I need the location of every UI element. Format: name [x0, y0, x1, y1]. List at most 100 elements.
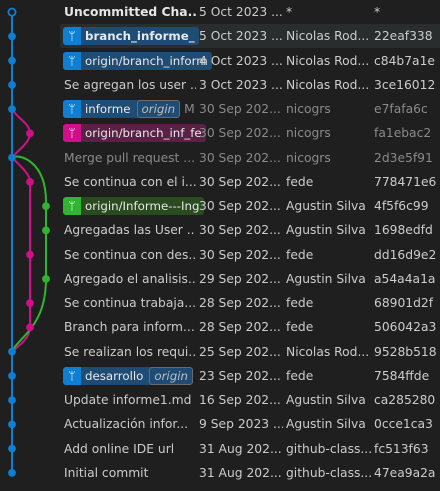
commit-author: Agustin Silva — [286, 199, 366, 213]
commit-author: Agustin Silva — [286, 417, 366, 432]
commit-message: Agregadas las User ... — [64, 223, 196, 238]
commit-hash: 506042a3 — [374, 320, 437, 335]
commit-hash: dd16d9e2 — [374, 247, 437, 262]
commit-row[interactable]: Add online IDE url 31 Aug 202... github-cl… — [60, 437, 440, 461]
commit-node[interactable] — [8, 80, 16, 89]
commit-row[interactable]: Update informe1.md 16 Sep 202... Agustin S… — [60, 388, 440, 412]
commit-node[interactable] — [8, 371, 16, 380]
branch-tag[interactable]: ᛘ informe origin — [63, 100, 181, 118]
commit-author: Nicolas Rod... — [286, 53, 370, 68]
commit-row[interactable]: Branch para inform... 28 Sep 202... fede 50… — [60, 315, 440, 339]
commit-node[interactable] — [8, 468, 16, 477]
commit-row[interactable]: ᛘ desarrollo origin 23 Sep 202... fede 7584ff… — [60, 364, 440, 388]
commit-row[interactable]: Se agregan los user ... 3 Oct 2023 ... Nic… — [60, 73, 440, 97]
commit-row[interactable]: Actualización infor... 9 Sep 2023 ... Agus… — [60, 412, 440, 436]
branch-tag[interactable]: ᛘ branch_informe_ — [63, 27, 199, 46]
commit-message: Se continua con el i... — [64, 174, 196, 189]
commit-hash: fc513f63 — [374, 441, 429, 456]
commit-row[interactable]: Agregadas las User ... 30 Sep 202... Agust… — [60, 218, 440, 242]
commit-author: github-class... — [286, 465, 372, 480]
commit-node[interactable] — [42, 274, 50, 283]
commit-hash: 1698edfd — [374, 223, 433, 238]
commit-node[interactable] — [8, 56, 16, 65]
ref-tags: ᛘ origin/branch_inform — [63, 51, 212, 70]
commit-date: 30 Sep 202... — [199, 126, 281, 141]
commit-hash: 4f5f6c99 — [374, 199, 429, 213]
commit-message: Agregado el analisis... — [64, 271, 196, 286]
ref-tags: ᛘ origin/Informe---Ing — [63, 197, 204, 215]
commit-node[interactable] — [8, 396, 16, 405]
branch-tag[interactable]: ᛘ desarrollo origin — [63, 366, 193, 385]
commit-node[interactable] — [8, 444, 16, 453]
commit-node[interactable] — [26, 177, 34, 186]
ref-tags: ᛘ branch_informe_ — [63, 27, 199, 46]
commit-author: Nicolas Rod... — [286, 77, 370, 92]
branch-tag-label: origin/branch_inform — [85, 53, 208, 68]
commit-row[interactable]: Merge pull request ... 30 Sep 202... nicog… — [60, 146, 440, 170]
git-branch-icon: ᛘ — [63, 51, 81, 70]
commit-date: 28 Sep 202... — [199, 320, 281, 335]
commit-row[interactable]: Se continua trabaja... 28 Sep 202... fede 6… — [60, 291, 440, 315]
commit-author: Agustin Silva — [286, 223, 366, 238]
commit-row[interactable]: ᛘ origin/Informe---Ing 30 Sep 202... Agusti… — [60, 194, 440, 218]
commit-hash: c84b7a1e — [374, 53, 435, 68]
commit-hash: 7584ffde — [374, 368, 430, 383]
git-branch-icon: ᛘ — [63, 366, 81, 385]
commit-graph — [7, 7, 50, 477]
branch-tag[interactable]: ᛘ origin/branch_inf_fe — [63, 124, 206, 143]
commit-node[interactable] — [7, 7, 17, 17]
commit-row[interactable]: Agregado el analisis... 29 Sep 202... Agus… — [60, 267, 440, 291]
commit-node[interactable] — [8, 105, 16, 114]
commit-message: Uncommitted Cha... — [64, 5, 196, 19]
commit-message-trail: M — [184, 102, 195, 116]
commit-row[interactable]: ᛘ branch_informe_ 5 Oct 2023 ... Nicolas Ro… — [60, 24, 440, 49]
commit-node[interactable] — [8, 32, 16, 41]
commit-date: 30 Sep 202... — [199, 199, 281, 213]
commit-row[interactable]: Uncommitted Cha... 5 Oct 2023 ... * * — [60, 0, 440, 24]
commit-hash: ca285280 — [374, 393, 436, 407]
branch-tag[interactable]: ᛘ origin/Informe---Ing — [63, 197, 204, 215]
commit-date: 31 Aug 202... — [199, 465, 282, 480]
commit-message: Se continua trabaja... — [64, 296, 196, 310]
commit-row[interactable]: Se realizan los requi... 25 Sep 202... Nic… — [60, 340, 440, 364]
commit-row[interactable]: ᛘ origin/branch_inform 4 Oct 2023 ... Nicol… — [60, 49, 440, 73]
commit-author: nicogrs — [286, 126, 331, 141]
commit-hash: fa1ebac2 — [374, 126, 432, 141]
commit-node[interactable] — [8, 153, 16, 162]
branch-tag-label: origin/Informe---Ing — [85, 199, 200, 213]
commit-node[interactable] — [26, 129, 34, 138]
commit-message: Branch para inform... — [64, 320, 195, 335]
commit-row[interactable]: Se continua con des... 30 Sep 202... fede d… — [60, 243, 440, 267]
remote-tag-label: origin — [149, 366, 193, 385]
commit-date: 30 Sep 202... — [199, 102, 281, 116]
branch-tag[interactable]: ᛘ origin/branch_inform — [63, 51, 212, 70]
commit-message: Se continua con des... — [64, 247, 196, 262]
commit-row[interactable]: Initial commit 31 Aug 202... github-class.… — [60, 461, 440, 485]
commit-row[interactable]: ᛘ origin/branch_inf_fe 30 Sep 202... nicogr… — [60, 121, 440, 145]
commit-node[interactable] — [8, 347, 16, 356]
commit-node[interactable] — [26, 323, 34, 332]
commit-node[interactable] — [26, 299, 34, 308]
commit-author: nicogrs — [286, 150, 331, 165]
commit-author: fede — [286, 320, 314, 335]
ref-tags: ᛘ origin/branch_inf_fe — [63, 124, 206, 143]
commit-author: Agustin Silva — [286, 271, 366, 286]
commit-message: Initial commit — [64, 465, 149, 480]
commit-row[interactable]: Se continua con el i... 30 Sep 202... fede… — [60, 170, 440, 194]
commit-date: 30 Sep 202... — [199, 223, 281, 238]
ref-tags: ᛘ informe origin M — [63, 100, 195, 118]
commit-hash: 9528b518 — [374, 344, 437, 359]
commit-date: 16 Sep 202... — [199, 393, 281, 407]
commit-node[interactable] — [42, 226, 50, 235]
commit-date: 5 Oct 2023 ... — [199, 29, 283, 44]
commit-row[interactable]: ᛘ informe origin M 30 Sep 202... nicogrs e7faf… — [60, 97, 440, 121]
commit-author: Nicolas Rod... — [286, 344, 370, 359]
pink-lane-merge — [11, 133, 31, 159]
commit-node[interactable] — [8, 420, 16, 429]
commit-node[interactable] — [42, 202, 50, 211]
commit-message: Se agregan los user ... — [64, 77, 196, 92]
git-branch-icon: ᛘ — [63, 197, 81, 215]
commit-message: Merge pull request ... — [64, 150, 196, 165]
commit-node[interactable] — [26, 250, 34, 259]
commit-hash: 3ce16012 — [374, 77, 436, 92]
